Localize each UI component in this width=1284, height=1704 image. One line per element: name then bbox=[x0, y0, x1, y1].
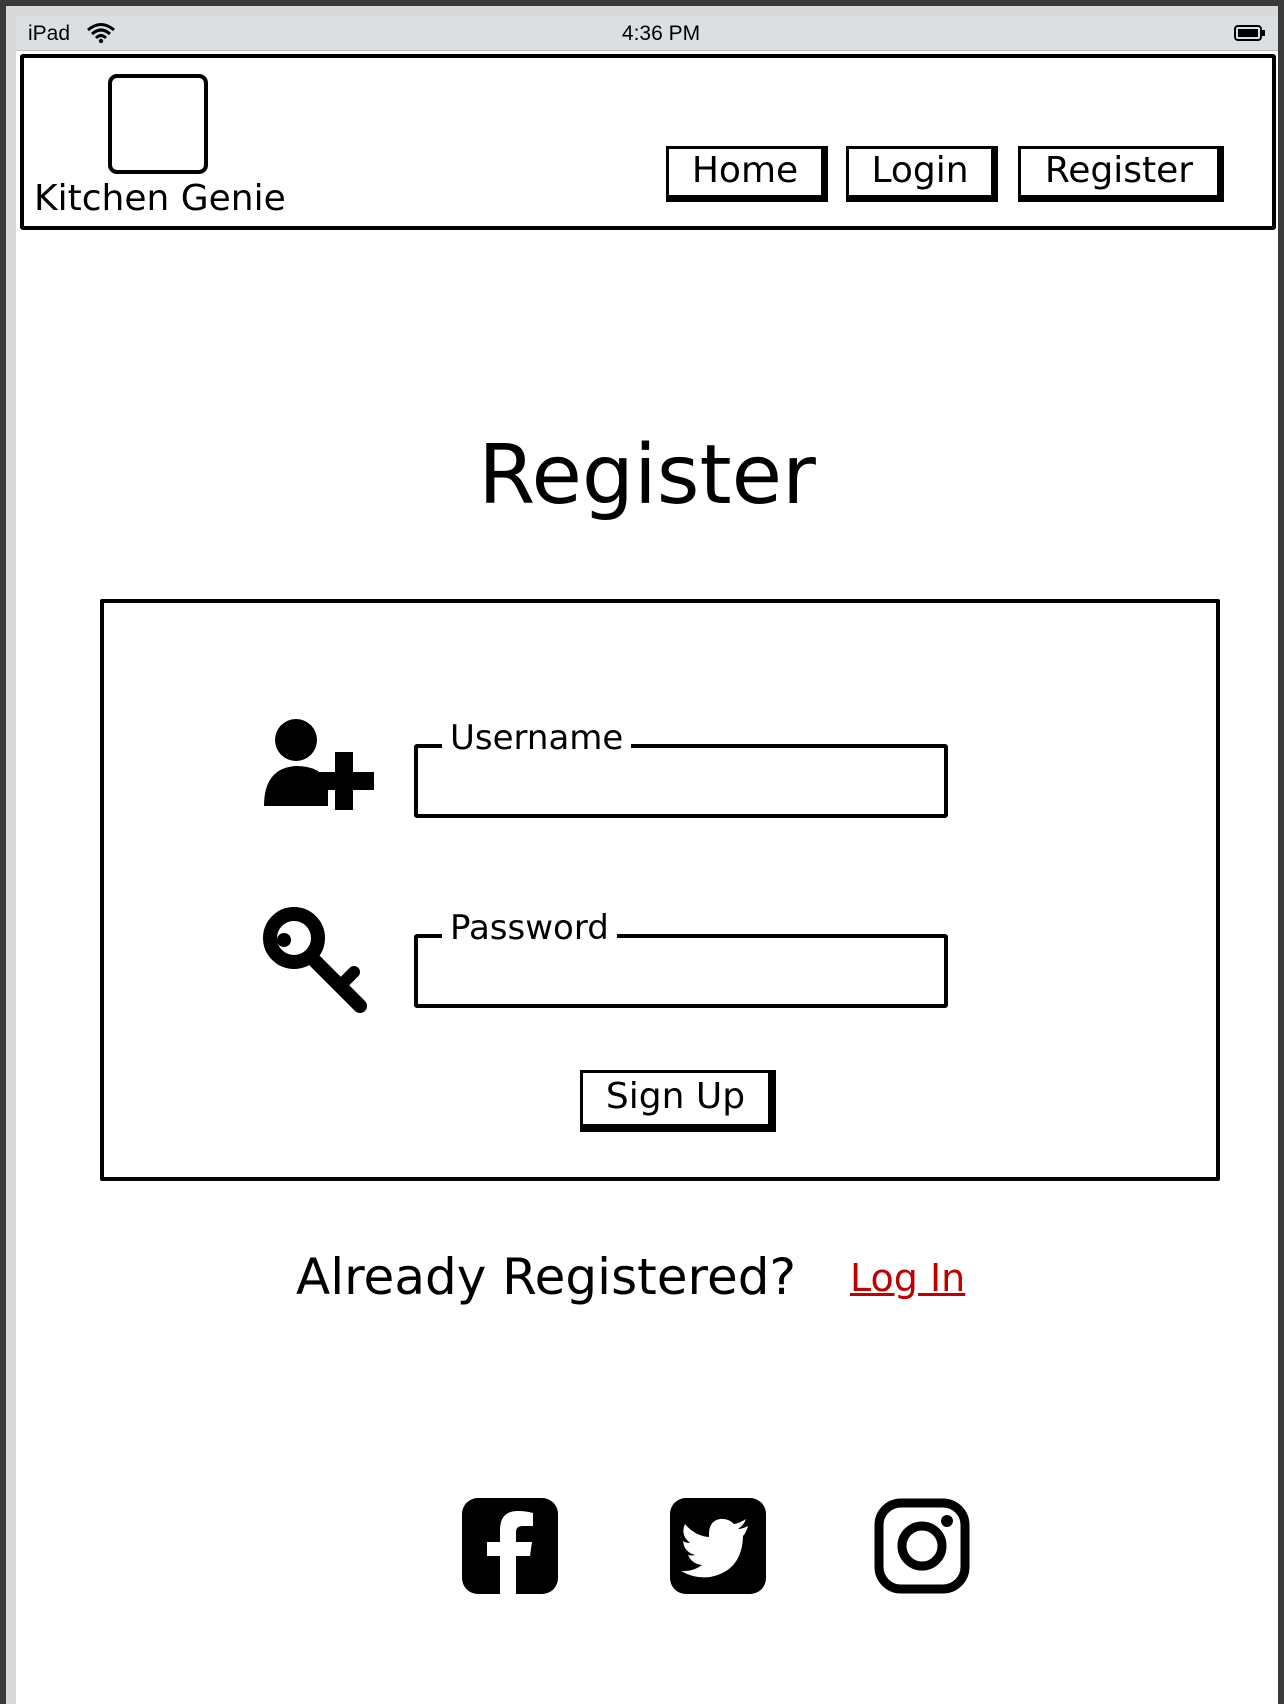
status-bar: iPad 4:36 PM bbox=[16, 16, 1278, 51]
facebook-icon[interactable] bbox=[460, 1496, 560, 1596]
sign-up-button[interactable]: Sign Up bbox=[580, 1070, 776, 1132]
screen: iPad 4:36 PM Kitchen Genie Home Login Re… bbox=[16, 16, 1278, 1704]
brand-name: Kitchen Genie bbox=[34, 178, 286, 219]
password-input[interactable] bbox=[418, 938, 944, 1004]
username-field[interactable]: Username bbox=[414, 718, 948, 818]
nav-home-button[interactable]: Home bbox=[666, 146, 828, 202]
site-header: Kitchen Genie Home Login Register bbox=[20, 54, 1276, 230]
add-user-icon bbox=[262, 718, 378, 816]
device-frame: iPad 4:36 PM Kitchen Genie Home Login Re… bbox=[6, 6, 1278, 1704]
twitter-icon[interactable] bbox=[668, 1496, 768, 1596]
battery-icon bbox=[1234, 24, 1266, 48]
instagram-icon[interactable] bbox=[872, 1496, 972, 1596]
page-title: Register bbox=[478, 428, 816, 523]
log-in-link[interactable]: Log In bbox=[850, 1256, 965, 1300]
status-time: 4:36 PM bbox=[621, 22, 701, 45]
password-field[interactable]: Password bbox=[414, 908, 948, 1008]
key-icon bbox=[262, 906, 374, 1020]
logo-placeholder[interactable] bbox=[108, 74, 208, 174]
nav-login-button[interactable]: Login bbox=[846, 146, 998, 202]
already-registered-text: Already Registered? bbox=[296, 1248, 796, 1306]
username-input[interactable] bbox=[418, 748, 944, 814]
nav-register-button[interactable]: Register bbox=[1018, 146, 1224, 202]
